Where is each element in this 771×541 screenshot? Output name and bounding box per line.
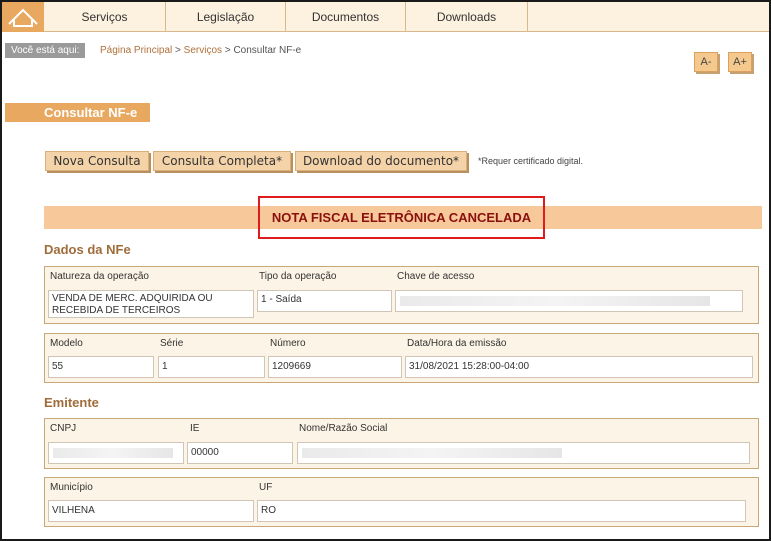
access-key-field[interactable] [395, 290, 743, 312]
uf-label: UF [259, 482, 273, 493]
breadcrumb-home-link[interactable]: Página Principal [100, 45, 172, 56]
company-name-field[interactable] [297, 442, 750, 464]
series-field[interactable]: 1 [158, 356, 265, 378]
breadcrumb-current: Consultar NF-e [233, 45, 302, 56]
city-label: Município [50, 482, 93, 493]
model-label: Modelo [50, 338, 83, 349]
ie-label: IE [190, 423, 200, 434]
you-are-here-label: Você está aqui: [5, 43, 86, 58]
status-highlight: NOTA FISCAL ELETRÔNICA CANCELADA [258, 196, 545, 239]
status-text: NOTA FISCAL ELETRÔNICA CANCELADA [271, 210, 532, 225]
redacted-value [400, 296, 710, 306]
nav-item-documentos[interactable]: Documentos [286, 2, 406, 32]
number-label: Número [270, 338, 306, 349]
nav-item-legislacao[interactable]: Legislação [166, 2, 286, 32]
issue-date-label: Data/Hora da emissão [407, 338, 507, 349]
issuer-section-title: Emitente [44, 395, 99, 410]
issue-date-field[interactable]: 31/08/2021 15:28:00-04:00 [405, 356, 753, 378]
page-title: Consultar NF-e [5, 103, 150, 122]
cnpj-label: CNPJ [50, 423, 77, 434]
top-nav: Serviços Legislação Documentos Downloads [2, 2, 769, 32]
operation-label: Natureza da operação [50, 271, 149, 282]
redacted-value [53, 448, 173, 458]
operation-field[interactable]: VENDA DE MERC. ADQUIRIDA OU RECEBIDA DE … [48, 290, 254, 318]
breadcrumb-separator: > [222, 45, 234, 56]
nfe-section-title: Dados da NFe [44, 242, 131, 257]
breadcrumb-separator: > [172, 45, 184, 56]
model-field[interactable]: 55 [48, 356, 154, 378]
breadcrumb-services-link[interactable]: Serviços [184, 45, 222, 56]
series-label: Série [160, 338, 184, 349]
company-name-label: Nome/Razão Social [299, 423, 388, 434]
breadcrumb: Página Principal > Serviços > Consultar … [100, 45, 301, 56]
font-decrease-button[interactable]: A- [694, 52, 718, 72]
cnpj-field[interactable] [48, 442, 184, 464]
ie-field[interactable]: 00000 [187, 442, 293, 464]
access-key-label: Chave de acesso [397, 271, 475, 282]
number-field[interactable]: 1209669 [268, 356, 402, 378]
nav-item-servicos[interactable]: Serviços [44, 2, 166, 32]
font-increase-button[interactable]: A+ [728, 52, 752, 72]
operation-type-field[interactable]: 1 - Saída [257, 290, 392, 312]
nav-item-downloads[interactable]: Downloads [406, 2, 528, 32]
certificate-note: *Requer certificado digital. [478, 156, 584, 166]
new-query-button[interactable]: Nova Consulta [45, 151, 149, 171]
nfe-fieldset-2: Modelo 55 Série 1 Número 1209669 Data/Ho… [44, 333, 759, 383]
uf-field[interactable]: RO [257, 500, 746, 522]
nfe-fieldset-1: Natureza da operação VENDA DE MERC. ADQU… [44, 266, 759, 324]
download-document-button[interactable]: Download do documento* [295, 151, 467, 171]
operation-type-label: Tipo da operação [259, 271, 337, 282]
redacted-value [302, 448, 562, 458]
issuer-fieldset-2: Município VILHENA UF RO [44, 477, 759, 527]
home-icon [6, 4, 40, 31]
issuer-fieldset-1: CNPJ IE 00000 Nome/Razão Social [44, 418, 759, 469]
home-button[interactable] [2, 2, 44, 32]
full-query-button[interactable]: Consulta Completa* [153, 151, 291, 171]
browser-frame: Serviços Legislação Documentos Downloads… [0, 0, 771, 541]
city-field[interactable]: VILHENA [48, 500, 254, 522]
